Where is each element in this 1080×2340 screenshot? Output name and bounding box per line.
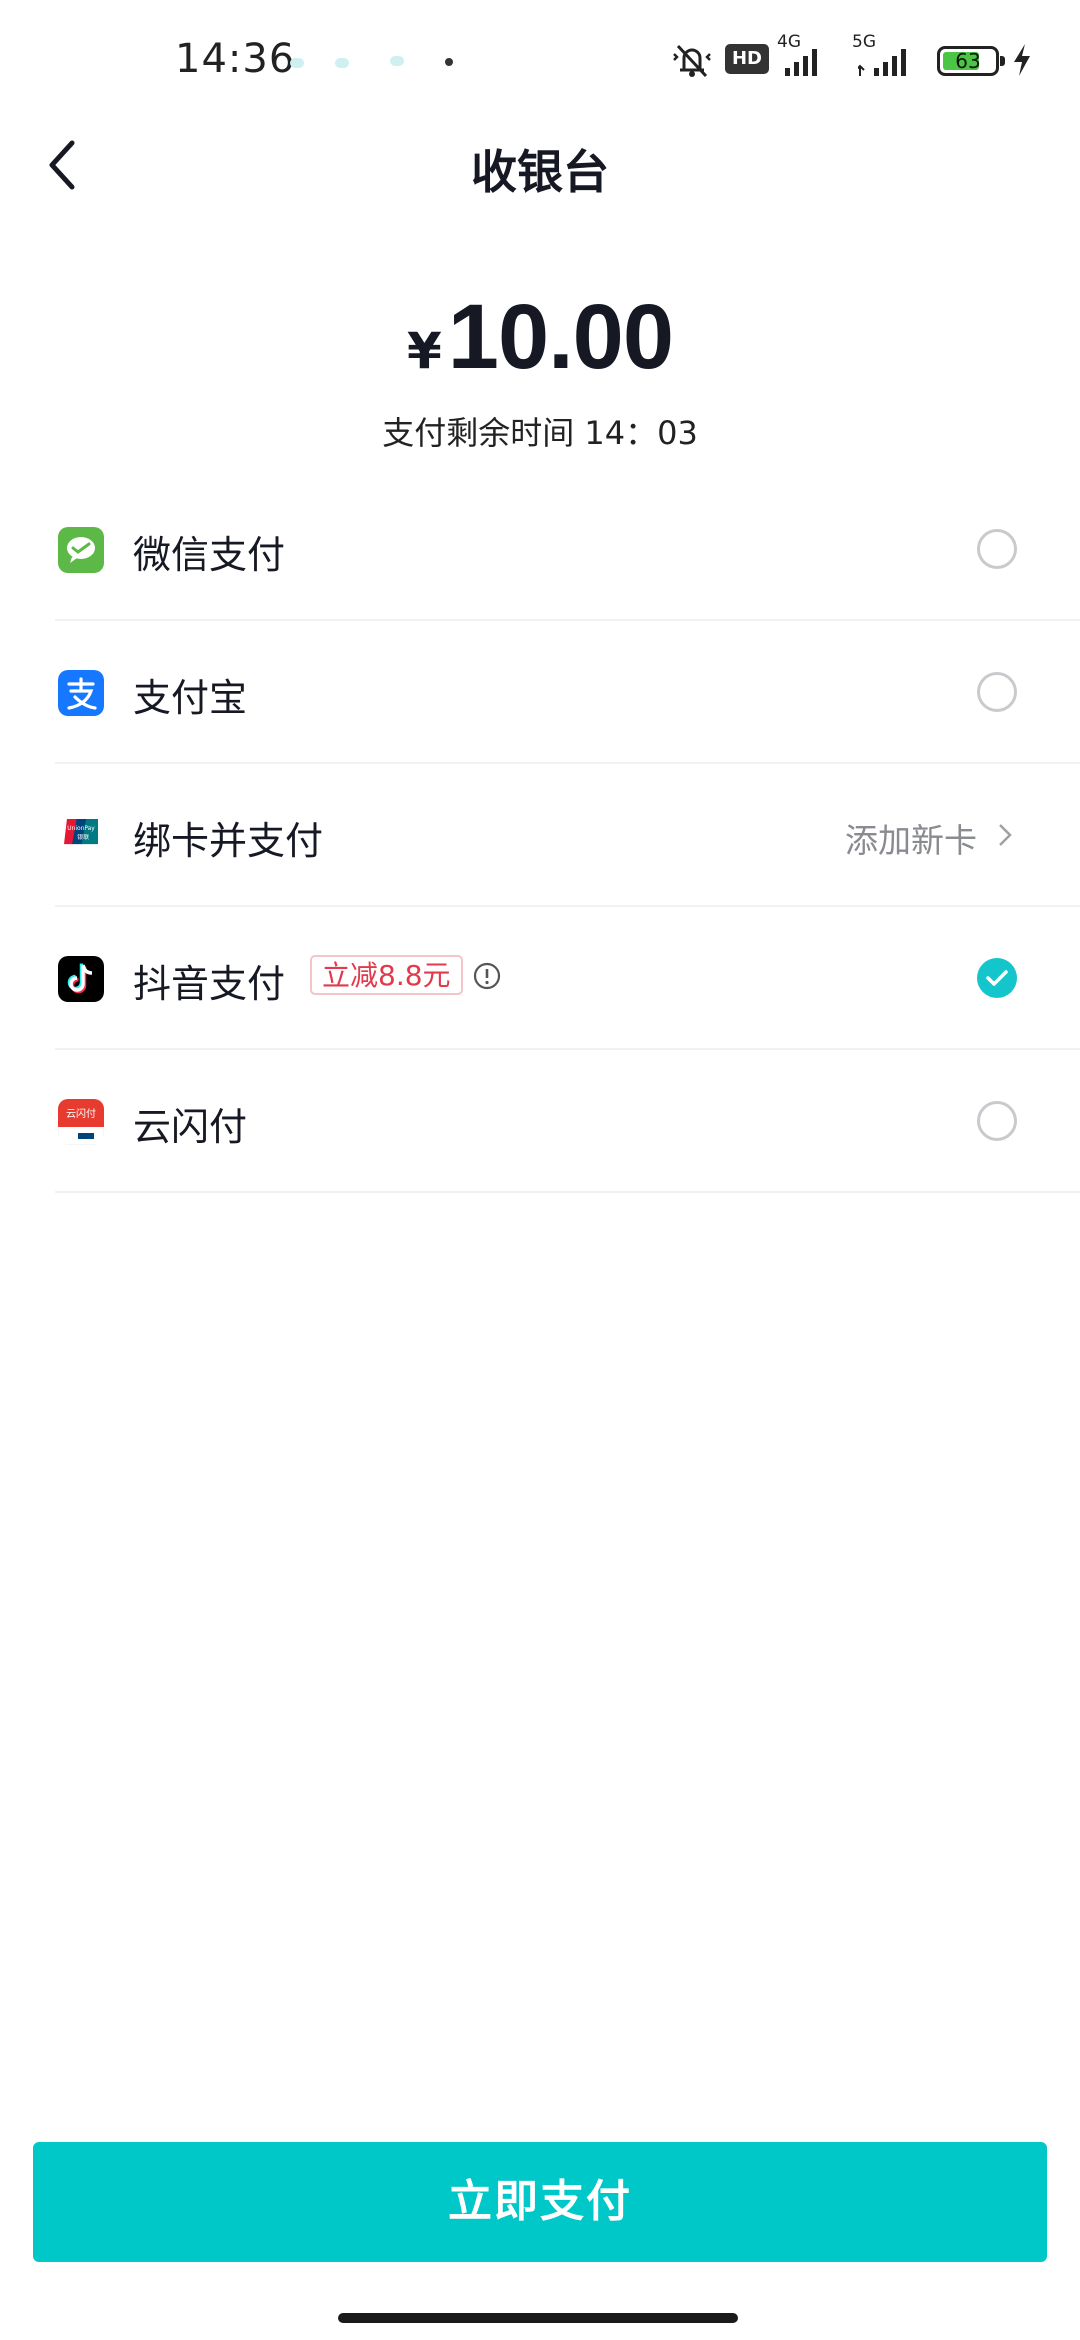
- svg-text:UnionPay: UnionPay: [67, 826, 95, 832]
- radio-button[interactable]: [977, 672, 1017, 712]
- payment-option-label: 支付宝: [133, 676, 248, 720]
- signal-icon: [858, 49, 906, 76]
- status-bar: 14:36 HD 4G 5G 63: [0, 0, 1080, 120]
- quickpass-icon-text: 云闪付: [66, 1107, 96, 1120]
- payment-option-alipay[interactable]: 支付宝: [55, 621, 1080, 764]
- unionpay-icon: UnionPay 银联: [64, 819, 98, 845]
- chevron-right-icon: [999, 824, 1012, 846]
- signal-icon: [785, 49, 817, 76]
- douyin-pay-icon: [58, 956, 104, 1002]
- currency-symbol: ¥: [406, 322, 442, 380]
- hd-icon: HD: [725, 44, 769, 74]
- discount-badge: 立减8.8元: [310, 955, 463, 995]
- page-title: 收银台: [471, 145, 609, 199]
- amount-value: 10.00: [447, 286, 674, 388]
- payment-option-wechat[interactable]: 微信支付: [55, 478, 1080, 621]
- payment-timer: 支付剩余时间 14：03: [382, 414, 698, 452]
- alipay-icon: [58, 670, 104, 716]
- payment-amount: ¥10.00: [0, 285, 1080, 390]
- quickpass-icon: 云闪付: [58, 1099, 104, 1145]
- wechat-pay-icon: [58, 527, 104, 573]
- payment-option-douyin[interactable]: 抖音支付 立减8.8元: [55, 907, 1080, 1050]
- payment-option-label: 抖音支付: [133, 962, 286, 1006]
- checkmark-icon: [986, 970, 1008, 986]
- home-indicator[interactable]: [338, 2313, 738, 2323]
- status-time: 14:36: [175, 36, 296, 82]
- payment-option-label: 微信支付: [133, 533, 286, 577]
- radio-button[interactable]: [977, 529, 1017, 569]
- battery-icon: 63: [937, 46, 1005, 76]
- payment-option-label: 绑卡并支付: [133, 819, 324, 863]
- pay-now-button[interactable]: 立即支付: [33, 2142, 1047, 2262]
- add-new-card-link[interactable]: 添加新卡: [845, 814, 977, 862]
- payment-option-quickpass[interactable]: 云闪付 云闪付: [55, 1050, 1080, 1193]
- payment-option-bind-card[interactable]: UnionPay 银联 绑卡并支付 添加新卡: [55, 764, 1080, 907]
- payment-option-label: 云闪付: [133, 1105, 248, 1149]
- info-icon[interactable]: [472, 961, 502, 991]
- radio-button-selected[interactable]: [977, 958, 1017, 998]
- status-icons: HD 4G 5G 63: [665, 32, 1045, 88]
- radio-button[interactable]: [977, 1101, 1017, 1141]
- charging-icon: [1014, 44, 1030, 76]
- mute-icon: [673, 44, 711, 78]
